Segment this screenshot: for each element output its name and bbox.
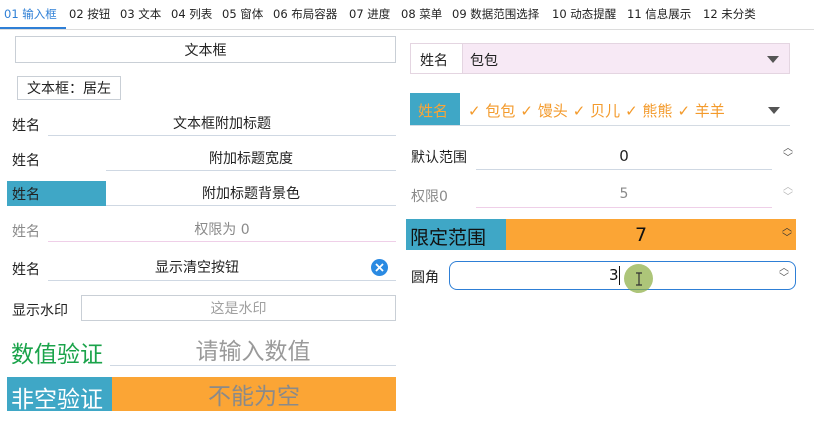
tab-text[interactable]: 03 文本 xyxy=(120,6,161,22)
tag-item[interactable]: ✓ 羊羊 xyxy=(677,100,724,121)
readonly-label: 姓名 xyxy=(12,224,40,240)
rounded-stepper[interactable]: ︿ ﹀ xyxy=(777,264,791,284)
required-label-box: 非空验证 xyxy=(7,377,112,413)
chevron-down-icon[interactable] xyxy=(767,56,779,63)
addon-title-label: 姓名 xyxy=(12,118,40,134)
textbox-center[interactable]: 文本框 xyxy=(15,36,396,63)
addon-bg-label: 姓名 xyxy=(12,187,40,203)
text-caret xyxy=(619,266,620,285)
combo-value: 包包 xyxy=(470,53,498,69)
tab-list[interactable]: 04 列表 xyxy=(171,6,212,22)
required-input[interactable]: 不能为空 xyxy=(112,377,396,411)
combo-label: 姓名 xyxy=(420,53,448,69)
addon-width-label: 姓名 xyxy=(12,153,40,169)
combo-label-box: 姓名 xyxy=(411,44,463,73)
combo-value-box[interactable]: 包包 xyxy=(463,44,789,73)
range-limited-label-box: 限定范围 xyxy=(406,219,506,250)
clearable-label: 姓名 xyxy=(12,262,40,278)
chevron-down-icon[interactable] xyxy=(768,107,780,114)
tag-item[interactable]: ✓ 熊熊 xyxy=(625,100,672,121)
chevron-down-icon[interactable]: ﹀ xyxy=(777,274,791,284)
addon-title-input[interactable]: 文本框附加标题 xyxy=(48,110,396,136)
range-readonly-label: 权限0 xyxy=(411,189,448,205)
tag-item[interactable]: ✓ 馒头 xyxy=(520,100,567,121)
chevron-down-icon[interactable]: ﹀ xyxy=(780,234,794,244)
multi-label-box: 姓名 xyxy=(410,93,460,125)
range-limited-label: 限定范围 xyxy=(410,227,487,249)
numeric-input[interactable]: 请输入数值 xyxy=(110,332,396,366)
range-limited-input[interactable]: 7 xyxy=(506,219,796,250)
range-readonly-stepper: ︿ ﹀ xyxy=(781,183,795,203)
rounded-label: 圆角 xyxy=(411,270,439,286)
chevron-down-icon[interactable]: ﹀ xyxy=(781,154,795,164)
tab-layout[interactable]: 06 布局容器 xyxy=(273,6,337,22)
multi-label: 姓名 xyxy=(418,102,449,120)
tag-item[interactable]: ✓ 贝儿 xyxy=(573,100,620,121)
watermark-input[interactable]: 这是水印 xyxy=(81,295,396,321)
readonly-input: 权限为 0 xyxy=(48,216,396,242)
range-readonly-input: 5 xyxy=(476,181,772,208)
tab-input[interactable]: 01 输入框 xyxy=(4,6,57,22)
tab-button[interactable]: 02 按钮 xyxy=(69,6,110,22)
multi-tags: ✓ 包包 ✓ 馒头 ✓ 贝儿 ✓ 熊熊 ✓ 羊羊 xyxy=(468,100,730,121)
range-default-input[interactable]: 0 xyxy=(476,142,772,170)
range-default-label: 默认范围 xyxy=(411,150,467,166)
tab-progress[interactable]: 07 进度 xyxy=(349,6,390,22)
tab-bar: 01 输入框 02 按钮 03 文本 04 列表 05 窗体 06 布局容器 0… xyxy=(0,0,814,30)
required-label: 非空验证 xyxy=(11,387,103,413)
tab-menu[interactable]: 08 菜单 xyxy=(401,6,442,22)
clear-icon[interactable] xyxy=(371,259,388,276)
rounded-input[interactable]: 3 xyxy=(609,266,619,284)
tab-window[interactable]: 05 窗体 xyxy=(222,6,263,22)
addon-bg-label-box: 姓名 xyxy=(7,181,106,206)
tab-info[interactable]: 11 信息展示 xyxy=(627,6,691,22)
numeric-label: 数值验证 xyxy=(11,342,103,368)
watermark-label: 显示水印 xyxy=(12,303,68,319)
tab-misc[interactable]: 12 未分类 xyxy=(703,6,756,22)
range-default-stepper[interactable]: ︿ ﹀ xyxy=(781,144,795,164)
rounded-input-box[interactable]: 3 ︿ ﹀ xyxy=(449,261,796,290)
combo-box[interactable]: 姓名 包包 xyxy=(410,43,790,74)
tab-range[interactable]: 09 数据范围选择 xyxy=(452,6,539,22)
active-tab-indicator xyxy=(0,27,66,29)
addon-bg-input[interactable]: 附加标题背景色 xyxy=(106,181,396,206)
tab-alert[interactable]: 10 动态提醒 xyxy=(552,6,616,22)
chevron-down-icon: ﹀ xyxy=(783,192,793,203)
range-limited-stepper[interactable]: ︿ ﹀ xyxy=(780,224,794,244)
clearable-input[interactable]: 显示清空按钮 xyxy=(48,253,396,281)
tag-item[interactable]: ✓ 包包 xyxy=(468,100,515,121)
addon-width-input[interactable]: 附加标题宽度 xyxy=(106,145,396,171)
mouse-cursor-icon xyxy=(624,264,653,293)
textbox-left[interactable]: 文本框：居左 xyxy=(17,76,121,100)
multi-select[interactable]: 姓名 ✓ 包包 ✓ 馒头 ✓ 贝儿 ✓ 熊熊 ✓ 羊羊 xyxy=(410,93,790,126)
